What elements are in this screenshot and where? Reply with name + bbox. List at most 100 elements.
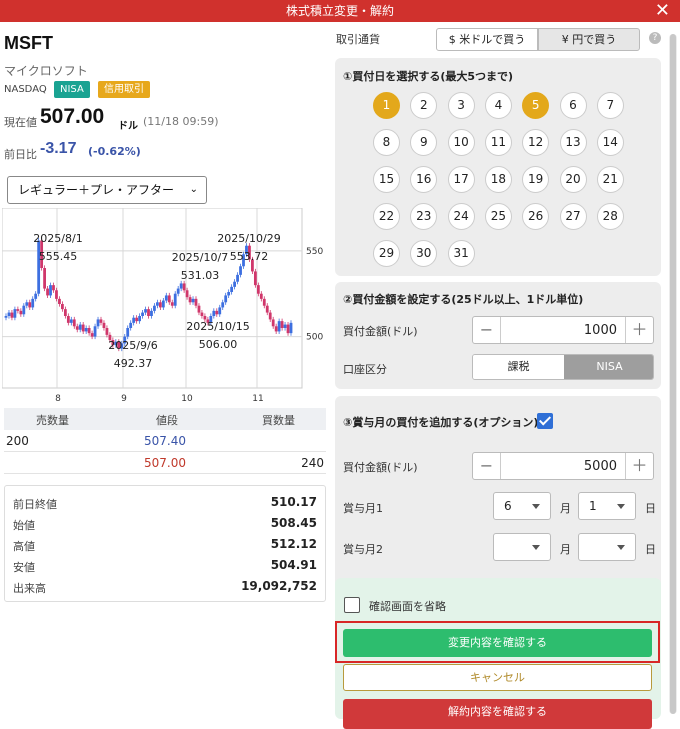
cancel-button[interactable]: キャンセル: [343, 664, 652, 691]
confirm-changes-button[interactable]: 変更内容を確認する: [343, 629, 652, 657]
price-chart[interactable]: 2025/8/1 555.45 2025/9/6 492.37 2025/10/7 531…: [2, 208, 328, 408]
session-select[interactable]: レギュラー＋プレ・アフター ⌄: [7, 176, 207, 204]
confirm-cancellation-button[interactable]: 解約内容を確認する: [343, 699, 652, 729]
day-13-button[interactable]: 13: [559, 129, 587, 156]
annotation-date: 2025/10/29: [217, 232, 280, 245]
day-9-button[interactable]: 9: [410, 129, 438, 156]
scrollbar[interactable]: [669, 34, 677, 714]
candle-body: [167, 295, 171, 303]
sell-qty-header: 売数量: [36, 414, 69, 427]
day-18-button[interactable]: 18: [484, 166, 512, 193]
day-select-section: ①買付日を選択する(最大5つまで) 1 2 3 4 5 6 7 8 9 10 11 12 13 14 15 1…: [335, 58, 661, 276]
help-icon[interactable]: ?: [649, 32, 661, 44]
minus-button[interactable]: −: [473, 317, 501, 343]
candle-body: [34, 293, 38, 299]
section1-title: ①買付日を選択する(最大5つまで): [343, 70, 514, 83]
bonus-month1-label: 賞与月1: [343, 502, 383, 515]
scrollbar-thumb[interactable]: [670, 34, 676, 714]
day-23-button[interactable]: 23: [410, 203, 438, 230]
day-6-button[interactable]: 6: [559, 92, 587, 119]
stat-label: 始値: [13, 519, 35, 532]
candle-body: [37, 240, 41, 294]
day-2-button[interactable]: 2: [410, 92, 438, 119]
month-unit: 月: [560, 543, 571, 556]
section3-title: ③賞与月の買付を追加する(オプション): [343, 416, 539, 429]
bonus1-month-select[interactable]: 6: [493, 492, 551, 520]
day-31-button[interactable]: 31: [447, 240, 475, 267]
candle-body: [194, 298, 198, 306]
day-30-button[interactable]: 30: [410, 240, 438, 267]
account-taxable[interactable]: 課税: [473, 355, 564, 379]
day-25-button[interactable]: 25: [484, 203, 512, 230]
bonus2-day-select[interactable]: [578, 533, 636, 561]
day-27-button[interactable]: 27: [559, 203, 587, 230]
candle-body: [81, 324, 85, 332]
x-tick-label: 10: [181, 394, 193, 404]
day-5-button[interactable]: 5: [522, 92, 550, 119]
day-29-button[interactable]: 29: [373, 240, 400, 267]
day-21-button[interactable]: 21: [596, 166, 624, 193]
annotation-value: 555.45: [39, 250, 78, 263]
day-3-button[interactable]: 3: [447, 92, 475, 119]
nisa-badge: NISA: [54, 81, 90, 98]
day-24-button[interactable]: 24: [447, 203, 475, 230]
account-nisa[interactable]: NISA: [564, 355, 653, 379]
plus-button[interactable]: ＋: [625, 453, 653, 479]
day-15-button[interactable]: 15: [373, 166, 400, 193]
annotation-value: 531.03: [181, 269, 220, 282]
day-22-button[interactable]: 22: [373, 203, 400, 230]
day-7-button[interactable]: 7: [596, 92, 624, 119]
bonus-checkbox[interactable]: [537, 413, 553, 429]
jpy-toggle[interactable]: ¥ 円で買う: [538, 28, 640, 51]
order-book: 売数量 値段 買数量 200 507.40 507.00 240: [4, 408, 326, 474]
candle-body: [49, 285, 52, 296]
candle-body: [43, 268, 46, 289]
price-header: 値段: [156, 414, 178, 427]
stat-value: 19,092,752: [241, 579, 317, 593]
stat-high: 高値 512.12: [13, 537, 317, 554]
candle-body: [188, 297, 192, 303]
candle-body: [19, 310, 23, 315]
margin-badge: 信用取引: [98, 81, 150, 98]
day-8-button[interactable]: 8: [373, 129, 400, 156]
candle-body: [233, 281, 236, 287]
day-10-button[interactable]: 10: [447, 129, 475, 156]
day-12-button[interactable]: 12: [522, 129, 550, 156]
day-28-button[interactable]: 28: [596, 203, 624, 230]
bonus2-month-select[interactable]: [493, 533, 551, 561]
candle-body: [271, 319, 275, 327]
skip-confirm-checkbox[interactable]: [344, 597, 360, 613]
day-4-button[interactable]: 4: [484, 92, 512, 119]
minus-button[interactable]: −: [473, 453, 501, 479]
candle-body: [218, 307, 222, 315]
candle-body: [212, 310, 216, 316]
market-label: NASDAQ: [4, 84, 47, 95]
stock-info-panel: MSFT マイクロソフト NASDAQ NISA 信用取引 現在値 507.00…: [0, 22, 330, 719]
amount-stepper[interactable]: − 1000 ＋: [472, 316, 654, 344]
day-26-button[interactable]: 26: [522, 203, 550, 230]
candle-body: [203, 316, 207, 320]
day-16-button[interactable]: 16: [410, 166, 438, 193]
candle-body: [84, 328, 88, 332]
annotation-value: 492.37: [114, 357, 153, 370]
day-19-button[interactable]: 19: [522, 166, 550, 193]
amount-value[interactable]: 1000: [584, 323, 617, 338]
day-11-button[interactable]: 11: [484, 129, 512, 156]
day-20-button[interactable]: 20: [559, 166, 587, 193]
day-14-button[interactable]: 14: [596, 129, 624, 156]
day-1-button[interactable]: 1: [373, 92, 400, 119]
candle-body: [265, 305, 269, 313]
usd-toggle[interactable]: $ 米ドルで買う: [436, 28, 538, 51]
price-change: -3.17: [40, 140, 77, 157]
candle-body: [161, 300, 165, 308]
bonus1-day-select[interactable]: 1: [578, 492, 636, 520]
candle-body: [10, 312, 14, 318]
candle-body: [185, 290, 189, 298]
bonus-amount-value[interactable]: 5000: [584, 459, 617, 474]
bonus-amount-stepper[interactable]: − 5000 ＋: [472, 452, 654, 480]
close-icon[interactable]: ✕: [655, 0, 670, 22]
account-type-toggle[interactable]: 課税 NISA: [472, 354, 654, 380]
stat-prev-close: 前日終値 510.17: [13, 495, 317, 512]
day-17-button[interactable]: 17: [447, 166, 475, 193]
plus-button[interactable]: ＋: [625, 317, 653, 343]
